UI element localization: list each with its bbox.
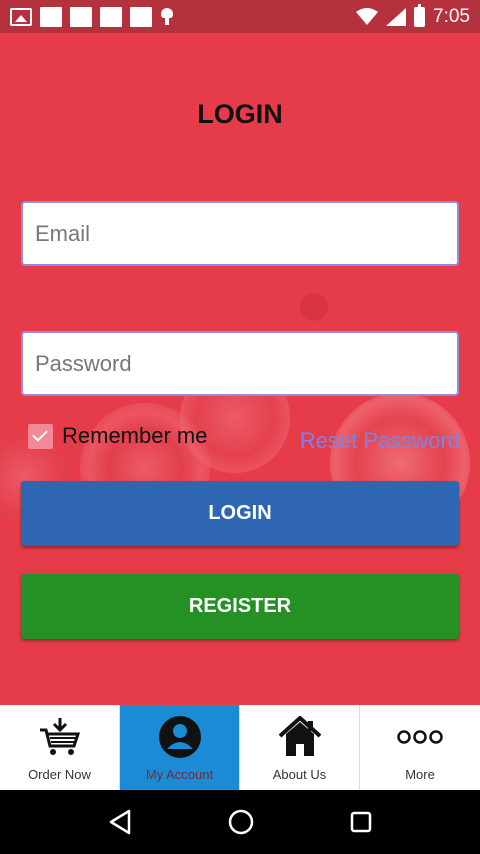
home-circle-icon[interactable] (227, 808, 255, 836)
system-navigation-bar (0, 790, 480, 854)
background-decoration (300, 293, 328, 321)
remember-me-label: Remember me (62, 423, 208, 448)
notification-icon (130, 6, 152, 27)
remember-me-checkbox[interactable] (28, 423, 53, 449)
notification-icon (40, 6, 62, 27)
register-button[interactable]: REGISTER (21, 574, 459, 639)
account-icon (157, 715, 203, 759)
notification-icon (70, 6, 92, 27)
notification-icon (100, 6, 122, 27)
reset-password-link[interactable]: Reset Password (300, 428, 460, 454)
login-screen: LOGIN Remember me Reset Password LOGIN R… (0, 33, 480, 705)
cart-icon (37, 715, 83, 759)
android-icon (160, 7, 174, 26)
nav-more[interactable]: More (360, 705, 480, 790)
battery-icon (414, 3, 426, 27)
recent-apps-icon[interactable] (349, 810, 373, 834)
home-icon (277, 715, 323, 759)
status-time: 7:05 (433, 5, 470, 27)
login-button[interactable]: LOGIN (21, 481, 459, 546)
nav-my-account[interactable]: My Account (120, 705, 240, 790)
bottom-navigation: Order Now My Account About Us More (0, 705, 480, 790)
email-field[interactable] (21, 201, 459, 266)
nav-label: My Account (145, 767, 214, 782)
nav-label: More (405, 767, 435, 782)
page-title: LOGIN (197, 99, 283, 129)
password-field[interactable] (21, 331, 459, 396)
remember-me-toggle[interactable]: Remember me (28, 423, 207, 449)
status-bar: 7:05 (0, 0, 480, 33)
back-icon[interactable] (107, 808, 133, 836)
nav-order-now[interactable]: Order Now (0, 705, 120, 790)
nav-label: About Us (272, 767, 327, 782)
wifi-icon (356, 7, 379, 25)
nav-about-us[interactable]: About Us (240, 705, 360, 790)
signal-icon (386, 7, 407, 26)
more-icon (397, 715, 443, 759)
image-notification-icon (10, 7, 32, 26)
nav-label: Order Now (28, 767, 91, 782)
